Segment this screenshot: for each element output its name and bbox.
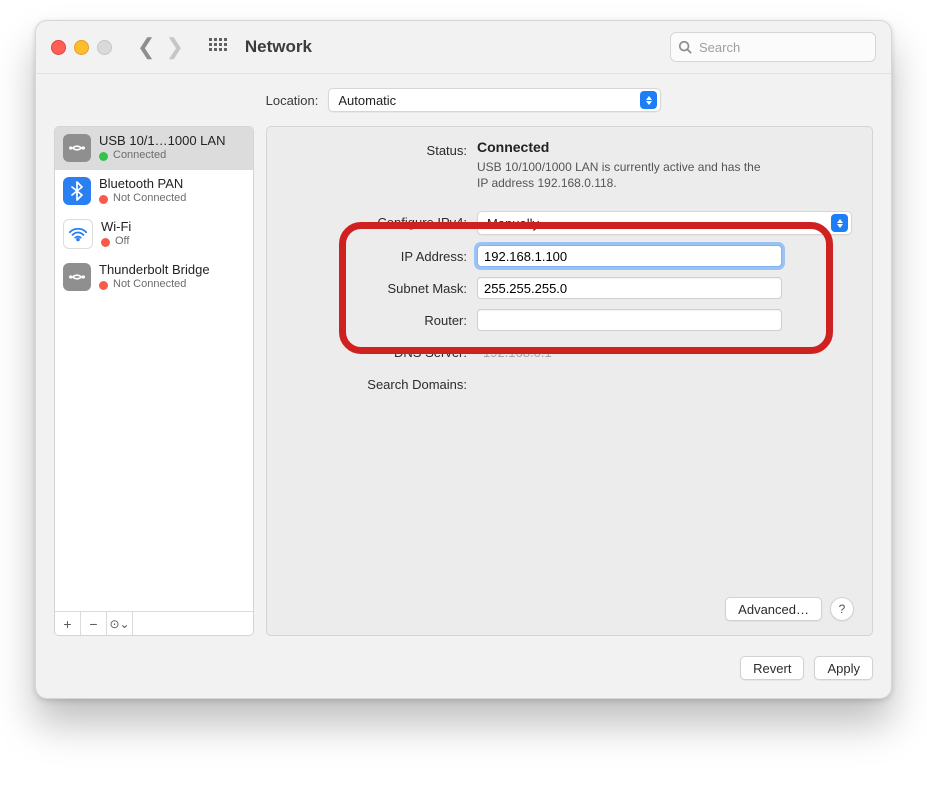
wifi-icon: [63, 219, 93, 249]
sidebar-item-bluetooth-pan[interactable]: Bluetooth PAN Not Connected: [55, 170, 253, 213]
interface-actions-button[interactable]: ⊙⌄: [107, 612, 133, 635]
zoom-window-button[interactable]: [97, 40, 112, 55]
search-domains-input[interactable]: [477, 373, 782, 395]
ip-address-input[interactable]: [477, 245, 782, 267]
configure-ipv4-label: Configure IPv4:: [287, 211, 467, 230]
dns-server-label: DNS Server:: [287, 341, 467, 360]
add-interface-button[interactable]: +: [55, 612, 81, 635]
window-toolbar: ❮ ❯ Network: [36, 21, 891, 74]
interface-list[interactable]: USB 10/1…1000 LAN Connected: [55, 127, 253, 611]
status-dot-icon: [99, 152, 108, 161]
ethernet-icon: [63, 263, 91, 291]
interface-sidebar: USB 10/1…1000 LAN Connected: [54, 126, 254, 636]
chevron-updown-icon: [831, 214, 848, 232]
bluetooth-icon: [63, 177, 91, 205]
sidebar-item-usb-lan[interactable]: USB 10/1…1000 LAN Connected: [55, 127, 253, 170]
subnet-mask-input[interactable]: [477, 277, 782, 299]
status-value: Connected: [477, 139, 852, 155]
sidebar-item-status: Connected: [113, 149, 166, 163]
status-dot-icon: [101, 238, 110, 247]
sidebar-item-label: Wi-Fi: [101, 219, 131, 235]
close-window-button[interactable]: [51, 40, 66, 55]
forward-button[interactable]: ❯: [165, 36, 183, 58]
interface-detail-pane: Status: Connected USB 10/100/1000 LAN is…: [266, 126, 873, 636]
status-dot-icon: [99, 281, 108, 290]
location-bar: Location: Automatic: [36, 74, 891, 126]
window-title: Network: [245, 37, 312, 57]
sidebar-item-label: USB 10/1…1000 LAN: [99, 133, 225, 149]
ip-address-label: IP Address:: [287, 245, 467, 264]
chevron-updown-icon: [640, 91, 657, 109]
sidebar-item-status: Not Connected: [113, 278, 186, 292]
advanced-button[interactable]: Advanced…: [725, 597, 822, 621]
search-domains-label: Search Domains:: [287, 373, 467, 392]
apply-button[interactable]: Apply: [814, 656, 873, 680]
sidebar-item-wifi[interactable]: Wi-Fi Off: [55, 213, 253, 256]
location-value: Automatic: [338, 93, 396, 108]
remove-interface-button[interactable]: −: [81, 612, 107, 635]
minimize-window-button[interactable]: [74, 40, 89, 55]
dns-server-input[interactable]: [477, 341, 782, 363]
search-field-wrap[interactable]: [670, 32, 876, 62]
sidebar-item-status: Not Connected: [113, 192, 186, 206]
search-input[interactable]: [697, 39, 877, 56]
sidebar-item-label: Thunderbolt Bridge: [99, 262, 210, 278]
revert-button[interactable]: Revert: [740, 656, 804, 680]
help-button[interactable]: ?: [830, 597, 854, 621]
sidebar-toolbar: + − ⊙⌄: [55, 611, 253, 635]
subnet-mask-label: Subnet Mask:: [287, 277, 467, 296]
sidebar-item-status: Off: [115, 235, 129, 249]
configure-ipv4-value: Manually: [487, 216, 539, 231]
location-label: Location:: [266, 93, 319, 108]
status-dot-icon: [99, 195, 108, 204]
network-preferences-window: ❮ ❯ Network Location: Automatic: [35, 20, 892, 699]
router-label: Router:: [287, 309, 467, 328]
nav-arrows: ❮ ❯: [137, 36, 184, 58]
status-label: Status:: [287, 139, 467, 158]
ethernet-icon: [63, 134, 91, 162]
window-controls: [51, 40, 112, 55]
sidebar-item-thunderbolt-bridge[interactable]: Thunderbolt Bridge Not Connected: [55, 256, 253, 299]
location-popup[interactable]: Automatic: [328, 88, 661, 112]
status-description: USB 10/100/1000 LAN is currently active …: [477, 159, 767, 191]
back-button[interactable]: ❮: [137, 36, 155, 58]
sidebar-item-label: Bluetooth PAN: [99, 176, 186, 192]
show-all-preferences-icon[interactable]: [209, 38, 227, 56]
search-icon: [678, 40, 692, 54]
configure-ipv4-popup[interactable]: Manually: [477, 211, 852, 235]
window-footer: Revert Apply: [36, 646, 891, 698]
router-input[interactable]: [477, 309, 782, 331]
